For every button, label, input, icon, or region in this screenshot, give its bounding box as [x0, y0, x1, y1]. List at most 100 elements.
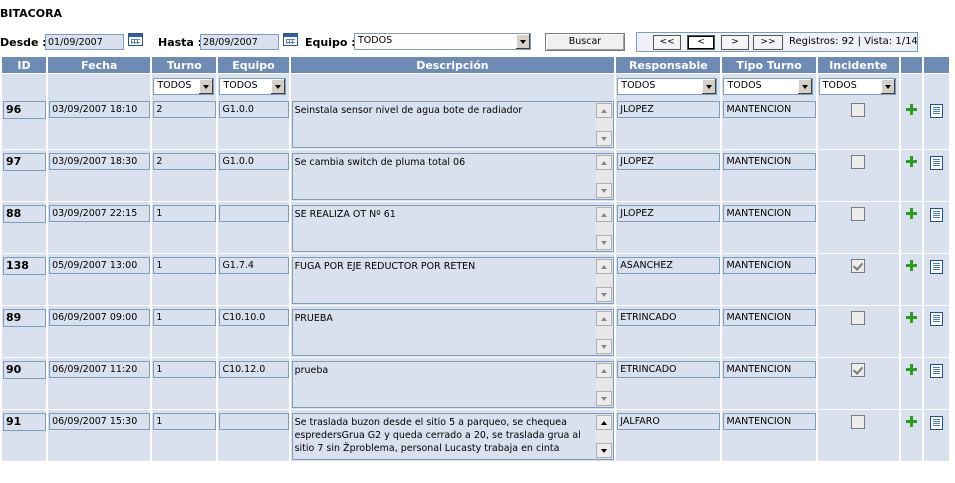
descripcion-scrollbar[interactable]	[596, 259, 613, 302]
add-icon[interactable]	[905, 416, 917, 427]
scroll-down-icon[interactable]	[596, 391, 613, 406]
detail-document-icon[interactable]	[929, 364, 943, 378]
tipo-turno-field[interactable]: MANTENCION	[723, 361, 816, 378]
record-id[interactable]: 96	[3, 101, 47, 119]
detail-document-icon[interactable]	[929, 104, 943, 118]
equipo-field[interactable]: C10.12.0	[219, 361, 289, 378]
incidente-checkbox[interactable]	[851, 155, 866, 169]
turno-filter-select[interactable]: TODOS	[153, 78, 215, 95]
scroll-up-icon[interactable]	[596, 155, 613, 170]
incidente-checkbox[interactable]	[851, 311, 866, 325]
descripcion-scrollbar[interactable]	[596, 103, 613, 146]
descripcion-scrollbar[interactable]	[596, 363, 613, 406]
incidente-checkbox[interactable]	[851, 363, 866, 377]
equipo-field[interactable]: G1.0.0	[219, 153, 289, 170]
scroll-up-icon[interactable]	[596, 259, 613, 274]
desde-calendar-icon[interactable]	[128, 33, 143, 46]
equipo-field[interactable]	[219, 413, 289, 430]
fecha-field[interactable]: 03/09/2007 18:10	[49, 101, 151, 118]
equipo-filter-select[interactable]: TODOS	[219, 78, 287, 95]
descripcion-textarea[interactable]: FUGA POR EJE REDUCTOR POR RETEN	[291, 257, 615, 304]
next-page-button[interactable]: >	[721, 35, 749, 50]
turno-field[interactable]: 2	[153, 101, 217, 118]
add-icon[interactable]	[905, 156, 917, 167]
incidente-checkbox[interactable]	[851, 103, 866, 117]
scroll-up-icon[interactable]	[596, 363, 613, 378]
add-icon[interactable]	[905, 260, 917, 271]
descripcion-textarea[interactable]: Se cambia switch de pluma total 06	[291, 153, 615, 200]
responsable-field[interactable]: ASANCHEZ	[617, 257, 721, 274]
incidente-filter-select[interactable]: TODOS	[818, 78, 896, 95]
fecha-field[interactable]: 03/09/2007 18:30	[49, 153, 151, 170]
turno-field[interactable]: 1	[153, 361, 217, 378]
hasta-calendar-icon[interactable]	[283, 33, 298, 46]
responsable-field[interactable]: ETRINCADO	[617, 309, 721, 326]
descripcion-textarea[interactable]: Seinstala sensor nivel de agua bote de r…	[291, 101, 615, 148]
last-page-button[interactable]: >>	[753, 35, 783, 50]
responsable-field[interactable]: JLOPEZ	[617, 205, 721, 222]
scroll-up-icon[interactable]	[596, 207, 613, 222]
equipo-field[interactable]: G1.0.0	[219, 101, 289, 118]
detail-document-icon[interactable]	[929, 208, 943, 222]
descripcion-scrollbar[interactable]	[596, 415, 613, 458]
record-id[interactable]: 138	[3, 257, 47, 275]
fecha-field[interactable]: 06/09/2007 09:00	[49, 309, 151, 326]
equipo-field[interactable]: C10.10.0	[219, 309, 289, 326]
first-page-button[interactable]: <<	[653, 35, 681, 50]
detail-document-icon[interactable]	[929, 260, 943, 274]
descripcion-scrollbar[interactable]	[596, 311, 613, 354]
turno-field[interactable]: 1	[153, 309, 217, 326]
fecha-field[interactable]: 05/09/2007 13:00	[49, 257, 151, 274]
responsable-field[interactable]: JALFARO	[617, 413, 721, 430]
tipo-turno-field[interactable]: MANTENCION	[723, 413, 816, 430]
fecha-field[interactable]: 06/09/2007 15:30	[49, 413, 151, 430]
scroll-down-icon[interactable]	[596, 287, 613, 302]
equipo-field[interactable]: G1.7.4	[219, 257, 289, 274]
detail-document-icon[interactable]	[929, 416, 943, 430]
fecha-field[interactable]: 03/09/2007 22:15	[49, 205, 151, 222]
tipo-turno-field[interactable]: MANTENCION	[723, 101, 816, 118]
responsable-field[interactable]: JLOPEZ	[617, 153, 721, 170]
tipo-turno-field[interactable]: MANTENCION	[723, 153, 816, 170]
descripcion-scrollbar[interactable]	[596, 155, 613, 198]
tipo-turno-field[interactable]: MANTENCION	[723, 205, 816, 222]
tipo-turno-filter-select[interactable]: TODOS	[723, 78, 814, 95]
record-id[interactable]: 90	[3, 361, 47, 379]
responsable-field[interactable]: ETRINCADO	[617, 361, 721, 378]
prev-page-button[interactable]: <	[687, 35, 715, 50]
descripcion-textarea[interactable]: SE REALIZA OT Nº 61	[291, 205, 615, 252]
desde-date-input[interactable]: 01/09/2007	[45, 34, 124, 50]
turno-field[interactable]: 1	[153, 257, 217, 274]
scroll-down-icon[interactable]	[596, 443, 613, 458]
buscar-button[interactable]: Buscar	[545, 33, 625, 51]
descripcion-textarea[interactable]: PRUEBA	[291, 309, 615, 356]
scroll-down-icon[interactable]	[596, 131, 613, 146]
record-id[interactable]: 89	[3, 309, 47, 327]
detail-document-icon[interactable]	[929, 156, 943, 170]
descripcion-scrollbar[interactable]	[596, 207, 613, 250]
incidente-checkbox[interactable]	[851, 415, 866, 429]
turno-field[interactable]: 2	[153, 153, 217, 170]
scroll-up-icon[interactable]	[596, 103, 613, 118]
add-icon[interactable]	[905, 312, 917, 323]
incidente-checkbox[interactable]	[851, 259, 866, 273]
descripcion-textarea[interactable]: prueba	[291, 361, 615, 408]
record-id[interactable]: 91	[3, 413, 47, 431]
equipo-field[interactable]	[219, 205, 289, 222]
detail-document-icon[interactable]	[929, 312, 943, 326]
scroll-down-icon[interactable]	[596, 235, 613, 250]
turno-field[interactable]: 1	[153, 205, 217, 222]
scroll-up-icon[interactable]	[596, 311, 613, 326]
turno-field[interactable]: 1	[153, 413, 217, 430]
tipo-turno-field[interactable]: MANTENCION	[723, 257, 816, 274]
scroll-up-icon[interactable]	[596, 415, 613, 430]
responsable-filter-select[interactable]: TODOS	[617, 78, 718, 95]
record-id[interactable]: 97	[3, 153, 47, 171]
descripcion-textarea[interactable]: Se traslada buzon desde el sitio 5 a par…	[291, 413, 615, 460]
equipo-select[interactable]: TODOS	[354, 33, 531, 50]
responsable-field[interactable]: JLOPEZ	[617, 101, 721, 118]
add-icon[interactable]	[905, 208, 917, 219]
scroll-down-icon[interactable]	[596, 183, 613, 198]
hasta-date-input[interactable]: 28/09/2007	[200, 34, 279, 50]
tipo-turno-field[interactable]: MANTENCION	[723, 309, 816, 326]
